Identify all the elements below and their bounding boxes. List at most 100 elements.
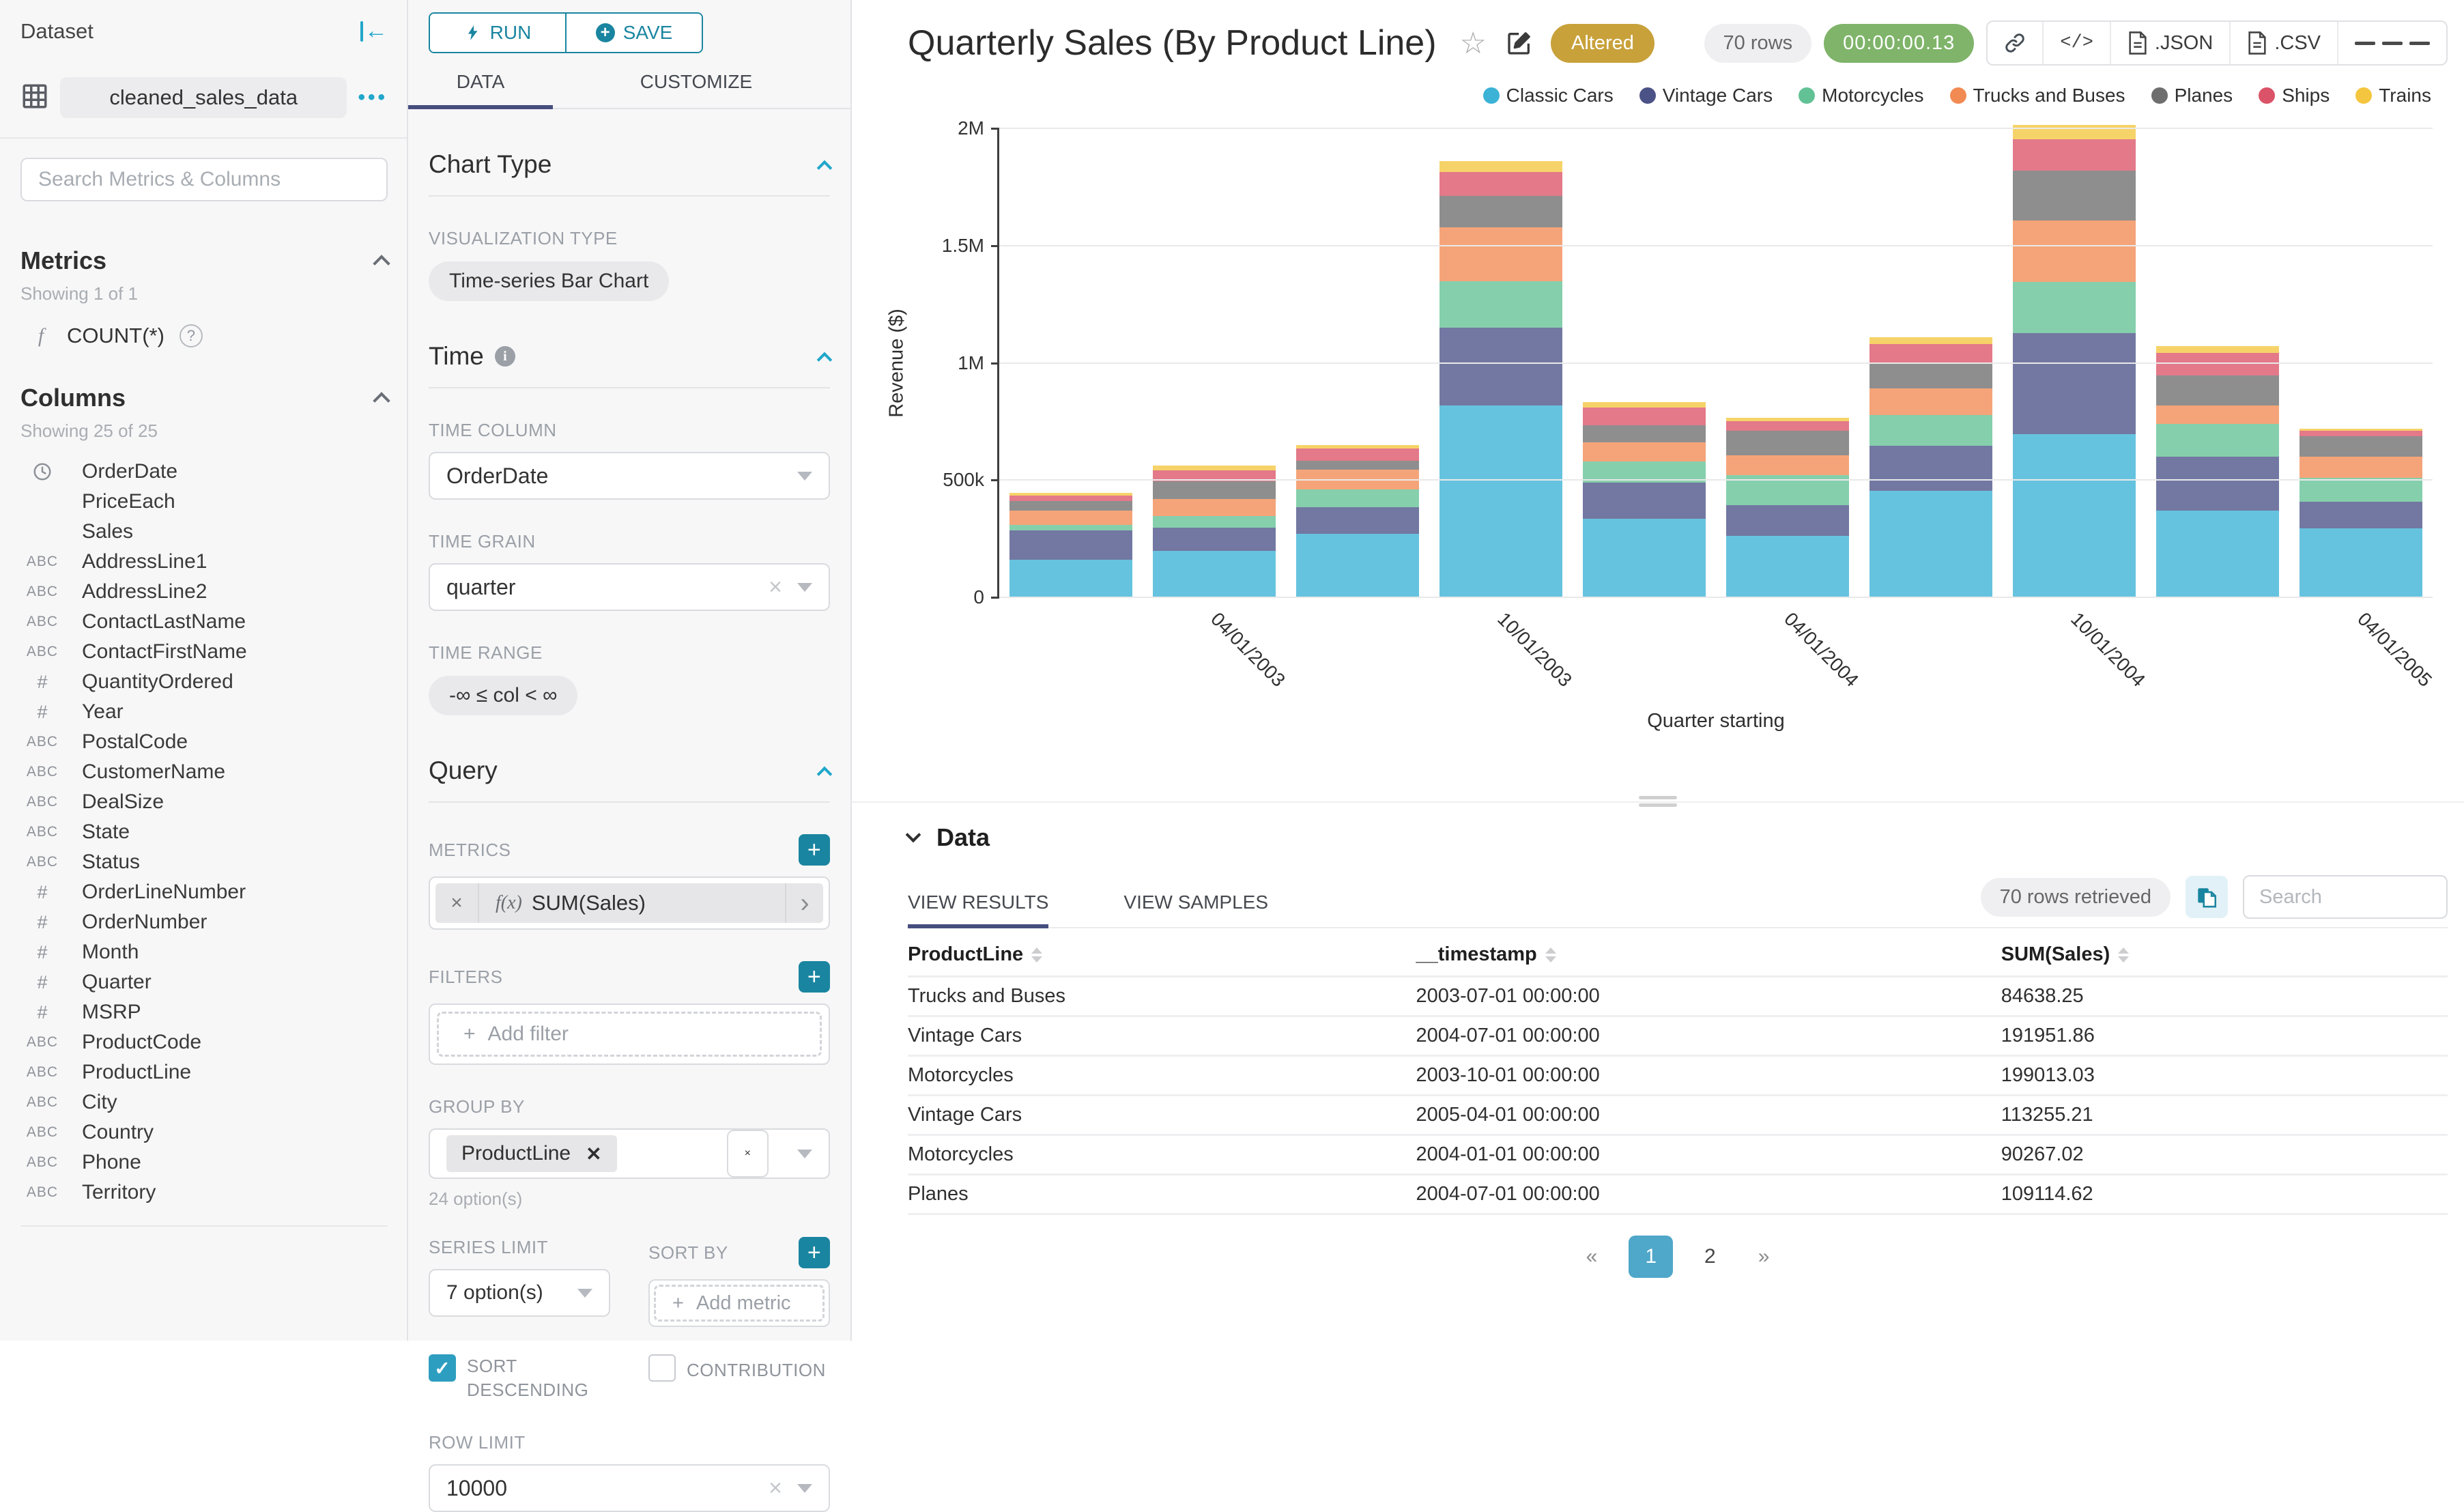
bar-segment-trains[interactable] [1152, 465, 1276, 470]
bar-segment-ships[interactable] [2299, 431, 2423, 437]
bar-segment-classic-cars[interactable] [1295, 533, 1420, 597]
bar-segment-ships[interactable] [2012, 139, 2136, 171]
time-range-pill[interactable]: -∞ ≤ col < ∞ [429, 676, 578, 715]
export-csv-button[interactable]: .CSV [2229, 22, 2337, 64]
bar-segment-classic-cars[interactable] [2155, 510, 2280, 597]
bar-segment-classic-cars[interactable] [2299, 528, 2423, 597]
clear-icon[interactable]: × [726, 1130, 769, 1178]
collapse-columns-icon[interactable] [373, 392, 390, 410]
bar-segment-ships[interactable] [1725, 421, 1850, 431]
column-item[interactable]: # OrderLineNumber [20, 877, 388, 907]
stacked-bar[interactable] [1582, 401, 1706, 597]
table-row[interactable]: Vintage Cars 2005-04-01 00:00:00 113255.21 [908, 1096, 2448, 1136]
column-item[interactable]: ABC ContactLastName [20, 607, 388, 637]
add-sort-metric-button[interactable]: + [799, 1237, 830, 1268]
column-item[interactable]: ABC ProductLine [20, 1057, 388, 1087]
sort-descending-checkbox[interactable]: ✓ [429, 1354, 456, 1382]
clear-icon[interactable]: × [769, 574, 782, 601]
column-item[interactable]: ABC Status [20, 847, 388, 877]
legend-item[interactable]: Trucks and Buses [1949, 85, 2125, 106]
bar-segment-trains[interactable] [2299, 428, 2423, 431]
column-item[interactable]: # Year [20, 697, 388, 727]
bar-segment-motorcycles[interactable] [2299, 478, 2423, 502]
column-header[interactable]: __timestamp [1416, 943, 2001, 966]
column-header[interactable]: ProductLine [908, 943, 1416, 966]
prev-page-button[interactable]: « [1575, 1238, 1609, 1275]
column-item[interactable]: # OrderNumber [20, 907, 388, 937]
bar-segment-trucks-and-buses[interactable] [1439, 227, 1563, 281]
run-button[interactable]: RUN [430, 14, 565, 52]
table-row[interactable]: Motorcycles 2003-10-01 00:00:00 199013.03 [908, 1057, 2448, 1096]
bar-segment-motorcycles[interactable] [2012, 281, 2136, 334]
stacked-bar[interactable] [1725, 417, 1850, 597]
bar-segment-classic-cars[interactable] [2012, 434, 2136, 597]
column-item[interactable]: ABC AddressLine2 [20, 577, 388, 607]
time-column-select[interactable]: OrderDate [429, 452, 830, 500]
column-item[interactable]: # QuantityOrdered [20, 667, 388, 697]
group-by-chip[interactable]: ProductLine ✕ [446, 1135, 617, 1172]
column-item[interactable]: ABC AddressLine1 [20, 547, 388, 577]
bar-segment-trains[interactable] [2155, 345, 2280, 354]
bar-segment-planes[interactable] [1439, 195, 1563, 227]
bar-segment-motorcycles[interactable] [1009, 524, 1133, 531]
bar-segment-planes[interactable] [2299, 436, 2423, 457]
page-button-1[interactable]: 1 [1629, 1236, 1673, 1278]
favorite-star-icon[interactable]: ☆ [1460, 26, 1487, 61]
save-button[interactable]: + SAVE [565, 14, 702, 52]
bar-segment-trucks-and-buses[interactable] [1009, 510, 1133, 525]
stacked-bar[interactable] [1152, 465, 1276, 597]
column-item[interactable]: ABC Country [20, 1117, 388, 1147]
bar-segment-trucks-and-buses[interactable] [2012, 220, 2136, 282]
series-limit-select[interactable]: 7 option(s) [429, 1269, 610, 1317]
collapse-section-icon[interactable] [816, 352, 833, 368]
bar-segment-trucks-and-buses[interactable] [2155, 405, 2280, 425]
results-search-input[interactable] [2259, 885, 2431, 909]
bar-segment-planes[interactable] [1582, 425, 1706, 443]
bar-segment-ships[interactable] [1009, 495, 1133, 502]
bar-segment-classic-cars[interactable] [1009, 560, 1133, 597]
help-icon[interactable]: ? [179, 324, 203, 347]
column-item[interactable]: PriceEach [20, 487, 388, 517]
table-row[interactable]: Motorcycles 2004-01-01 00:00:00 90267.02 [908, 1136, 2448, 1175]
column-item[interactable]: ABC CustomerName [20, 757, 388, 787]
stacked-bar[interactable] [2155, 345, 2280, 597]
column-item[interactable]: ABC DealSize [20, 787, 388, 817]
legend-item[interactable]: Ships [2259, 85, 2330, 106]
tab-customize[interactable]: CUSTOMIZE [553, 71, 840, 108]
add-metric-button[interactable]: + [799, 834, 830, 866]
legend-item[interactable]: Classic Cars [1482, 85, 1614, 106]
embed-code-button[interactable]: </> [2042, 22, 2110, 64]
bar-segment-trucks-and-buses[interactable] [1582, 442, 1706, 462]
contribution-checkbox[interactable] [648, 1354, 676, 1382]
bar-segment-trains[interactable] [1869, 337, 1993, 345]
legend-item[interactable]: Motorcycles [1799, 85, 1924, 106]
bar-segment-motorcycles[interactable] [2155, 424, 2280, 457]
bar-segment-vintage-cars[interactable] [1152, 528, 1276, 551]
menu-icon[interactable] [2337, 22, 2446, 64]
table-row[interactable]: Planes 2004-07-01 00:00:00 109114.62 [908, 1175, 2448, 1215]
column-item[interactable]: OrderDate [20, 457, 388, 487]
column-item[interactable]: ABC State [20, 817, 388, 847]
bar-segment-planes[interactable] [1869, 362, 1993, 389]
add-filter-button[interactable]: + [799, 961, 830, 993]
column-item[interactable]: # MSRP [20, 997, 388, 1027]
bar-segment-motorcycles[interactable] [1152, 516, 1276, 528]
bar-segment-motorcycles[interactable] [1439, 281, 1563, 328]
bar-segment-classic-cars[interactable] [1152, 551, 1276, 597]
search-input[interactable] [38, 168, 370, 191]
stacked-bar[interactable] [1869, 337, 1993, 597]
column-item[interactable]: # Quarter [20, 967, 388, 997]
viz-type-pill[interactable]: Time-series Bar Chart [429, 261, 670, 301]
metric-chip[interactable]: × f(x) SUM(Sales) › [435, 883, 823, 923]
bar-segment-trains[interactable] [1439, 161, 1563, 172]
bar-segment-vintage-cars[interactable] [1295, 507, 1420, 534]
time-grain-select[interactable]: quarter × [429, 563, 830, 611]
collapse-section-icon[interactable] [816, 160, 833, 176]
bar-segment-planes[interactable] [1009, 501, 1133, 511]
table-row[interactable]: Trucks and Buses 2003-07-01 00:00:00 84638… [908, 978, 2448, 1017]
column-item[interactable]: ABC ProductCode [20, 1027, 388, 1057]
bar-segment-planes[interactable] [1152, 481, 1276, 500]
column-item[interactable]: ABC PostalCode [20, 727, 388, 757]
bar-segment-motorcycles[interactable] [1295, 489, 1420, 508]
table-row[interactable]: Vintage Cars 2004-07-01 00:00:00 191951.86 [908, 1017, 2448, 1057]
